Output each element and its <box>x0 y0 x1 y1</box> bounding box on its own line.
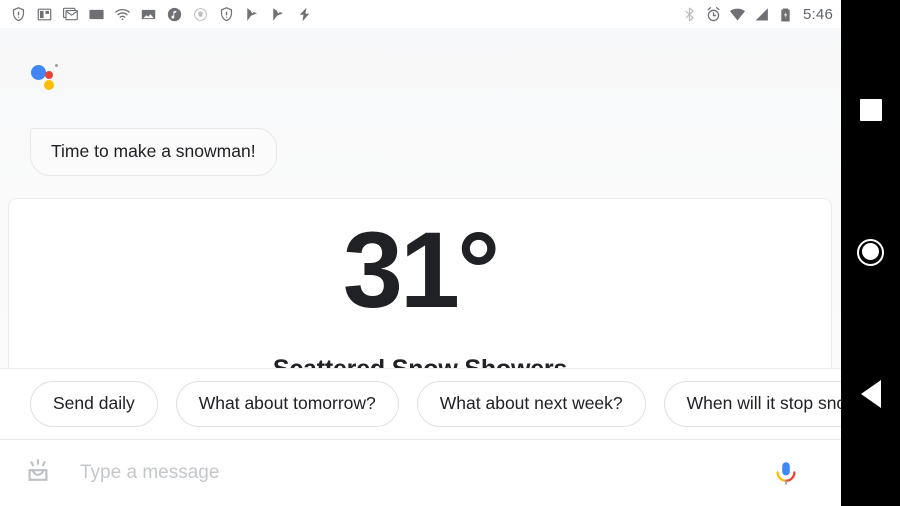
assistant-dot-grey <box>55 64 58 67</box>
status-bar-right-icons: 5:46 <box>681 6 833 23</box>
android-navigation-bar <box>841 0 900 506</box>
shield-alert-icon <box>10 6 27 23</box>
flag-check-icon <box>244 6 261 23</box>
battery-charging-icon <box>777 6 794 23</box>
cell-signal-icon <box>753 6 770 23</box>
flag-check-icon-2 <box>270 6 287 23</box>
bluetooth-icon <box>681 6 698 23</box>
status-bar-left-icons <box>10 6 681 23</box>
suggestion-chips-row[interactable]: Send daily What about tomorrow? What abo… <box>0 368 841 438</box>
wifi-signal-icon <box>729 6 746 23</box>
assistant-message-bubble: Time to make a snowman! <box>30 128 277 176</box>
home-button[interactable] <box>841 220 900 284</box>
gmail-stack-icon <box>62 6 79 23</box>
suggestion-chip-tomorrow[interactable]: What about tomorrow? <box>175 380 399 427</box>
conversation-area[interactable]: Time to make a snowman! 31° Scattered Sn… <box>0 28 841 368</box>
message-input-field[interactable] <box>80 462 769 484</box>
assistant-app: 5:46 Time to make a snowman! 31° Scatter… <box>0 0 841 506</box>
google-assistant-logo <box>31 61 65 90</box>
lens-explore-icon[interactable] <box>22 457 54 489</box>
photos-icon <box>140 6 157 23</box>
assistant-dot-yellow <box>44 80 54 90</box>
weather-temperature: 31° <box>342 209 500 330</box>
weather-condition: Scattered Snow Showers <box>9 354 831 368</box>
recents-button[interactable] <box>841 78 900 142</box>
google-mic-icon[interactable] <box>769 456 803 490</box>
split-view-icon <box>36 6 53 23</box>
music-note-icon <box>166 6 183 23</box>
small-shield-icon <box>192 6 209 23</box>
assistant-dot-blue <box>31 65 46 80</box>
suggestion-chip-when-stop-snowing[interactable]: When will it stop snowing? <box>663 380 841 427</box>
status-bar-clock: 5:46 <box>803 5 833 23</box>
message-input-bar <box>0 439 841 506</box>
shield-alert-icon-2 <box>218 6 235 23</box>
back-button[interactable] <box>841 362 900 426</box>
circle-icon <box>857 238 884 266</box>
lightning-bolt-icon <box>296 6 313 23</box>
triangle-left-icon <box>860 380 881 408</box>
wifi-icon <box>114 6 131 23</box>
assistant-message-text: Time to make a snowman! <box>51 141 256 161</box>
weather-card[interactable]: 31° Scattered Snow Showers <box>8 198 832 368</box>
suggestion-chip-next-week[interactable]: What about next week? <box>416 380 646 427</box>
square-icon <box>859 99 882 121</box>
email-icon <box>88 6 105 23</box>
alarm-icon <box>705 6 722 23</box>
status-bar: 5:46 <box>0 0 841 28</box>
android-screen: 5:46 Time to make a snowman! 31° Scatter… <box>0 0 900 506</box>
assistant-dot-red <box>45 71 53 79</box>
suggestion-chip-send-daily[interactable]: Send daily <box>30 380 158 427</box>
